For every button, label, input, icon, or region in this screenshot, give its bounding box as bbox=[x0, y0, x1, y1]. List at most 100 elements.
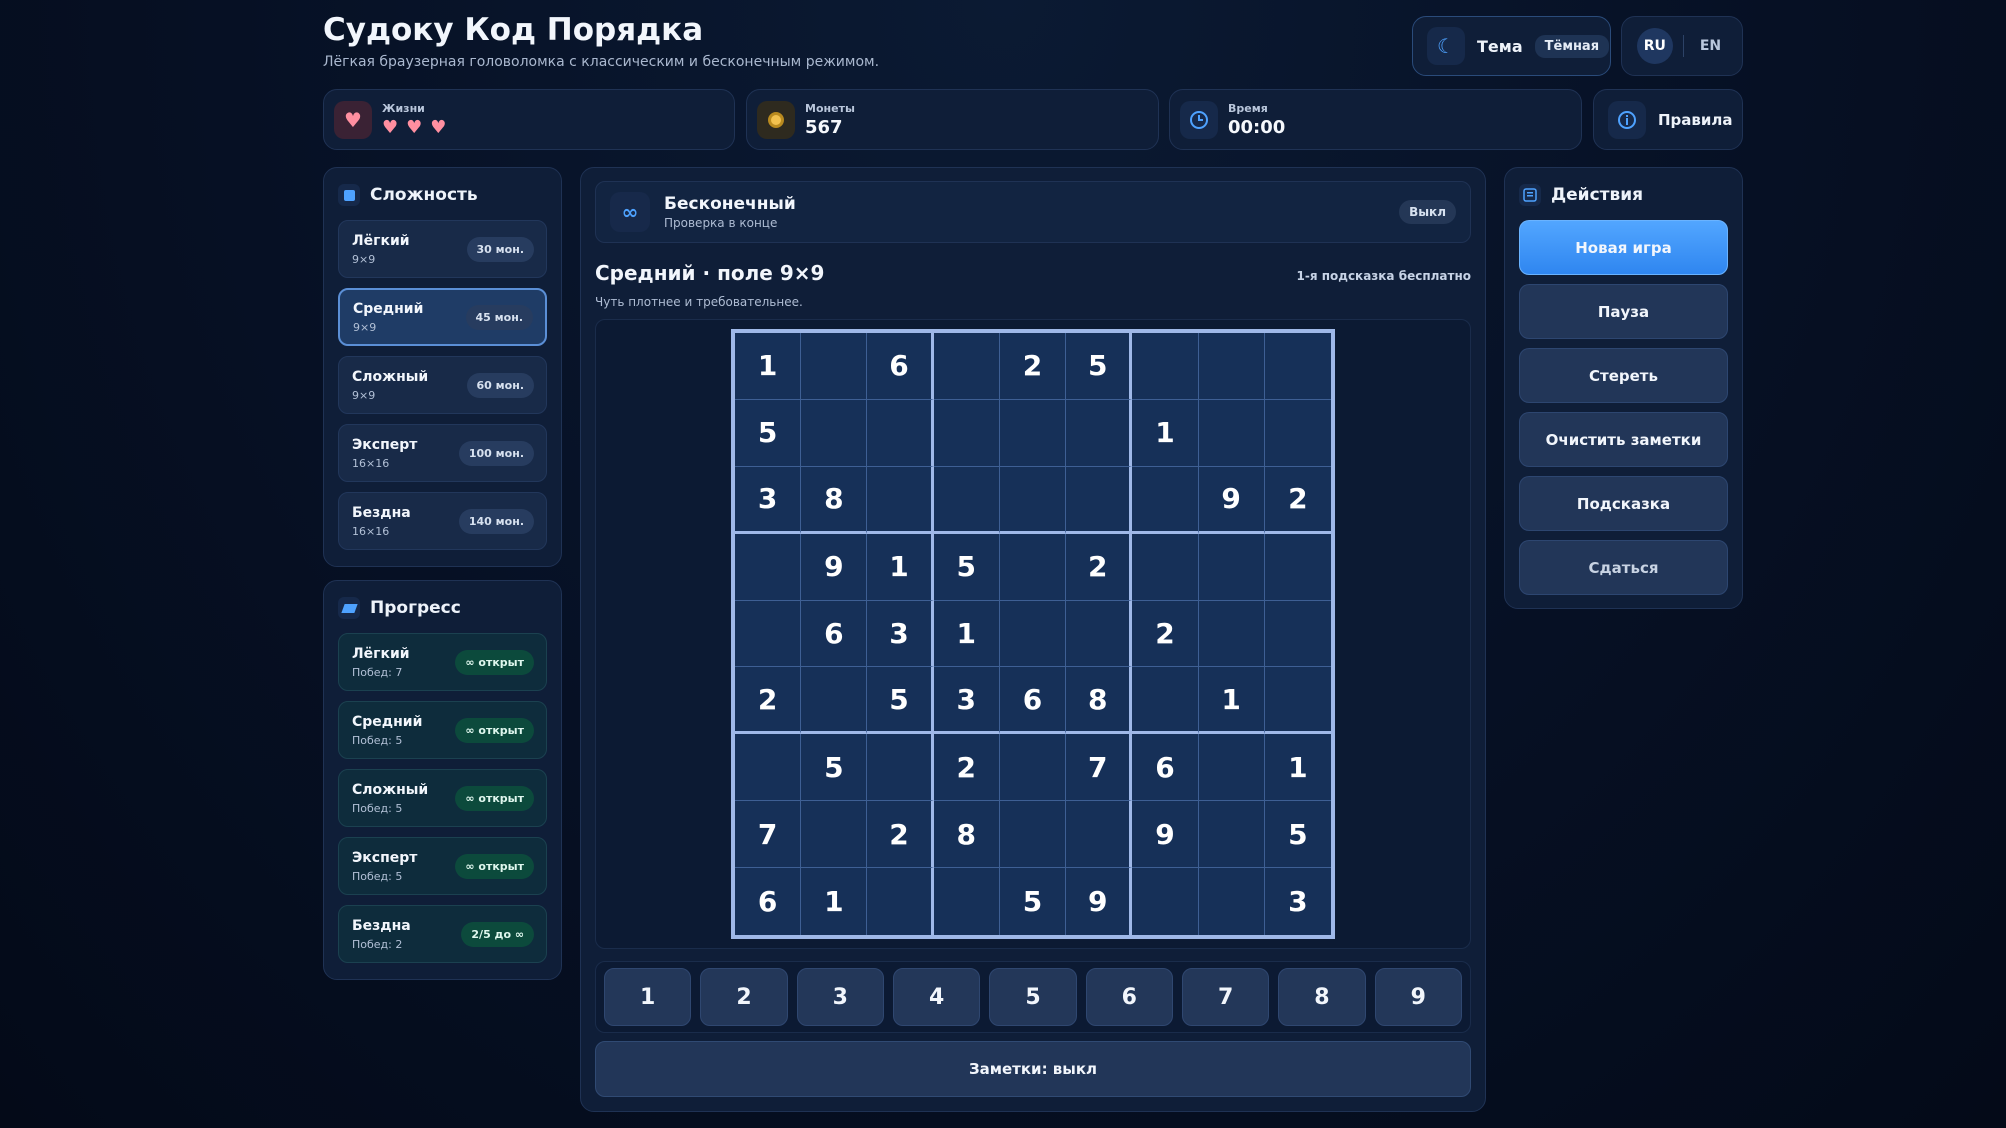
sudoku-cell[interactable] bbox=[999, 533, 1067, 601]
sudoku-cell[interactable] bbox=[735, 600, 802, 668]
sudoku-cell[interactable] bbox=[801, 333, 868, 400]
sudoku-cell[interactable]: 5 bbox=[933, 533, 1000, 601]
sudoku-cell[interactable] bbox=[999, 466, 1067, 534]
sudoku-cell[interactable]: 5 bbox=[1264, 801, 1331, 869]
theme-toggle[interactable]: ☾ Тема Тёмная bbox=[1412, 16, 1611, 76]
sudoku-cell[interactable] bbox=[801, 801, 868, 869]
sudoku-cell[interactable] bbox=[735, 734, 802, 802]
sudoku-cell[interactable] bbox=[1198, 333, 1265, 400]
sudoku-cell[interactable] bbox=[1264, 600, 1331, 668]
sudoku-cell[interactable]: 6 bbox=[999, 667, 1067, 735]
sudoku-cell[interactable] bbox=[933, 466, 1000, 534]
sudoku-cell[interactable] bbox=[1198, 399, 1265, 467]
number-button-7[interactable]: 7 bbox=[1181, 968, 1270, 1026]
number-button-2[interactable]: 2 bbox=[700, 968, 788, 1026]
sudoku-cell[interactable]: 2 bbox=[999, 333, 1067, 400]
sudoku-cell[interactable] bbox=[1264, 533, 1331, 601]
sudoku-cell[interactable] bbox=[1264, 667, 1331, 735]
number-button-3[interactable]: 3 bbox=[796, 968, 884, 1026]
sudoku-cell[interactable] bbox=[1198, 801, 1265, 869]
lang-en-button[interactable]: EN bbox=[1694, 38, 1727, 54]
sudoku-cell[interactable]: 7 bbox=[735, 801, 802, 869]
sudoku-cell[interactable]: 1 bbox=[735, 333, 802, 400]
difficulty-item[interactable]: Лёгкий 9×9 30 мон. bbox=[338, 220, 547, 278]
hint-button[interactable]: Подсказка bbox=[1519, 476, 1728, 531]
sudoku-cell[interactable]: 6 bbox=[867, 333, 934, 400]
sudoku-cell[interactable]: 9 bbox=[1066, 868, 1133, 935]
sudoku-cell[interactable] bbox=[1132, 533, 1199, 601]
sudoku-cell[interactable] bbox=[1066, 399, 1133, 467]
sudoku-cell[interactable]: 6 bbox=[801, 600, 868, 668]
sudoku-cell[interactable]: 3 bbox=[867, 600, 934, 668]
notes-toggle-button[interactable]: Заметки: выкл bbox=[595, 1041, 1471, 1097]
sudoku-cell[interactable]: 9 bbox=[1198, 466, 1265, 534]
number-button-8[interactable]: 8 bbox=[1278, 968, 1366, 1026]
sudoku-cell[interactable]: 3 bbox=[933, 667, 1000, 735]
sudoku-cell[interactable]: 5 bbox=[999, 868, 1067, 935]
sudoku-cell[interactable] bbox=[1132, 868, 1199, 935]
sudoku-cell[interactable] bbox=[1198, 533, 1265, 601]
sudoku-cell[interactable]: 9 bbox=[1132, 801, 1199, 869]
sudoku-cell[interactable]: 6 bbox=[735, 868, 802, 935]
sudoku-cell[interactable] bbox=[1132, 333, 1199, 400]
sudoku-cell[interactable]: 1 bbox=[1132, 399, 1199, 467]
clear-notes-button[interactable]: Очистить заметки bbox=[1519, 412, 1728, 467]
sudoku-cell[interactable] bbox=[867, 868, 934, 935]
sudoku-cell[interactable] bbox=[1198, 734, 1265, 802]
sudoku-cell[interactable] bbox=[867, 734, 934, 802]
sudoku-cell[interactable] bbox=[1264, 333, 1331, 400]
sudoku-cell[interactable]: 7 bbox=[1066, 734, 1133, 802]
number-button-5[interactable]: 5 bbox=[989, 968, 1077, 1026]
sudoku-cell[interactable]: 8 bbox=[801, 466, 868, 534]
sudoku-cell[interactable]: 5 bbox=[867, 667, 934, 735]
sudoku-cell[interactable]: 3 bbox=[1264, 868, 1331, 935]
sudoku-cell[interactable] bbox=[999, 600, 1067, 668]
sudoku-cell[interactable]: 8 bbox=[933, 801, 1000, 869]
number-button-9[interactable]: 9 bbox=[1374, 968, 1462, 1026]
difficulty-item[interactable]: Бездна 16×16 140 мон. bbox=[338, 492, 547, 550]
lang-ru-button[interactable]: RU bbox=[1636, 28, 1673, 64]
difficulty-item[interactable]: Средний 9×9 45 мон. bbox=[338, 288, 547, 346]
sudoku-cell[interactable]: 9 bbox=[801, 533, 868, 601]
sudoku-cell[interactable]: 2 bbox=[933, 734, 1000, 802]
sudoku-cell[interactable]: 1 bbox=[1264, 734, 1331, 802]
sudoku-cell[interactable] bbox=[999, 801, 1067, 869]
sudoku-cell[interactable]: 2 bbox=[1132, 600, 1199, 668]
sudoku-cell[interactable] bbox=[801, 667, 868, 735]
sudoku-cell[interactable]: 2 bbox=[1264, 466, 1331, 534]
sudoku-cell[interactable] bbox=[933, 868, 1000, 935]
sudoku-cell[interactable] bbox=[1066, 600, 1133, 668]
sudoku-cell[interactable] bbox=[1066, 801, 1133, 869]
sudoku-cell[interactable]: 8 bbox=[1066, 667, 1133, 735]
sudoku-cell[interactable]: 1 bbox=[801, 868, 868, 935]
sudoku-cell[interactable]: 5 bbox=[1066, 333, 1133, 400]
sudoku-cell[interactable] bbox=[999, 399, 1067, 467]
new-game-button[interactable]: Новая игра bbox=[1519, 220, 1728, 275]
sudoku-cell[interactable]: 5 bbox=[801, 734, 868, 802]
erase-button[interactable]: Стереть bbox=[1519, 348, 1728, 403]
sudoku-cell[interactable] bbox=[1066, 466, 1133, 534]
sudoku-cell[interactable] bbox=[735, 533, 802, 601]
sudoku-cell[interactable] bbox=[1132, 667, 1199, 735]
sudoku-cell[interactable]: 2 bbox=[867, 801, 934, 869]
sudoku-cell[interactable]: 1 bbox=[1198, 667, 1265, 735]
sudoku-cell[interactable]: 2 bbox=[1066, 533, 1133, 601]
sudoku-cell[interactable] bbox=[999, 734, 1067, 802]
sudoku-cell[interactable] bbox=[1198, 868, 1265, 935]
give-up-button[interactable]: Сдаться bbox=[1519, 540, 1728, 595]
difficulty-item[interactable]: Сложный 9×9 60 мон. bbox=[338, 356, 547, 414]
sudoku-cell[interactable] bbox=[867, 399, 934, 467]
sudoku-cell[interactable] bbox=[867, 466, 934, 534]
sudoku-cell[interactable] bbox=[933, 333, 1000, 400]
sudoku-cell[interactable]: 6 bbox=[1132, 734, 1199, 802]
sudoku-cell[interactable]: 1 bbox=[933, 600, 1000, 668]
sudoku-cell[interactable] bbox=[1132, 466, 1199, 534]
sudoku-cell[interactable] bbox=[1198, 600, 1265, 668]
number-button-4[interactable]: 4 bbox=[892, 968, 981, 1026]
sudoku-cell[interactable]: 2 bbox=[735, 667, 802, 735]
pause-button[interactable]: Пауза bbox=[1519, 284, 1728, 339]
sudoku-cell[interactable] bbox=[933, 399, 1000, 467]
sudoku-cell[interactable]: 3 bbox=[735, 466, 802, 534]
difficulty-item[interactable]: Эксперт 16×16 100 мон. bbox=[338, 424, 547, 482]
sudoku-cell[interactable]: 5 bbox=[735, 399, 802, 467]
